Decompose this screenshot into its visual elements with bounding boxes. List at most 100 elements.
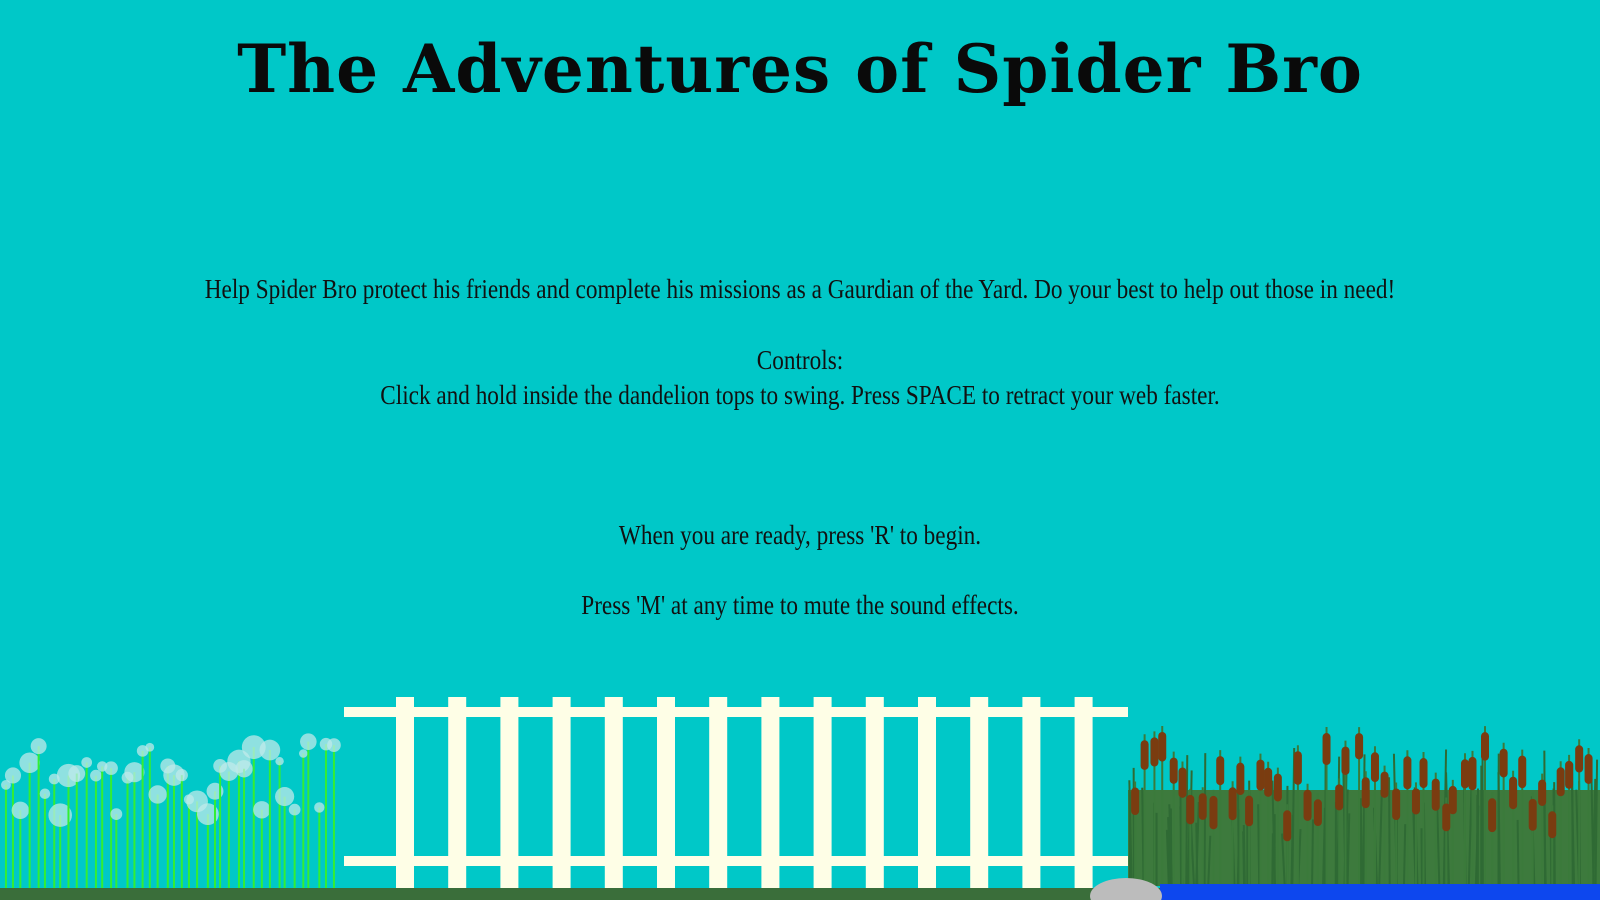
- dandelion-icon: [110, 808, 123, 821]
- fence-picket: [448, 697, 467, 892]
- cattail-icon: [1341, 746, 1350, 775]
- cattail-icon: [1468, 756, 1477, 791]
- dandelion-icon: [235, 760, 253, 778]
- dandelion-field[interactable]: [1, 733, 341, 892]
- cattail-icon: [1313, 799, 1322, 827]
- cattail-icon: [1460, 759, 1469, 789]
- cattail-icon: [1370, 752, 1379, 783]
- cattail-icon: [1228, 787, 1237, 821]
- reed-blade: [1311, 819, 1314, 887]
- cattail-icon: [1528, 798, 1537, 831]
- cattail-icon: [1431, 778, 1440, 811]
- dandelion-icon: [314, 802, 325, 813]
- cattail-icon: [1565, 760, 1574, 789]
- fence-picket: [865, 697, 884, 892]
- reed-blade: [1362, 754, 1366, 887]
- dandelion-icon: [275, 786, 295, 807]
- reed-blade: [1195, 822, 1199, 887]
- cattail-icon: [1131, 787, 1140, 816]
- cattail-icon: [1283, 810, 1292, 842]
- fence-picket: [604, 697, 623, 892]
- cattail-icon: [1178, 767, 1187, 798]
- cattail-marsh: [1128, 726, 1600, 887]
- fence-picket: [813, 697, 832, 892]
- cattail-icon: [1140, 740, 1149, 770]
- dandelion-icon: [145, 742, 155, 752]
- cattail-icon: [1380, 771, 1389, 798]
- reed-blade: [1516, 819, 1520, 887]
- cattail-icon: [1355, 733, 1364, 760]
- dandelion-icon: [299, 749, 308, 758]
- cattail-icon: [1518, 755, 1527, 789]
- dandelion-icon: [81, 757, 93, 768]
- dandelion-icon: [39, 788, 51, 800]
- dandelion-icon: [327, 738, 341, 752]
- dandelion-icon: [275, 756, 284, 766]
- fence-picket: [709, 697, 728, 892]
- reed-blade: [1388, 777, 1391, 887]
- cattail-icon: [1556, 767, 1565, 797]
- dandelion-icon: [11, 801, 30, 820]
- start-prompt: When you are ready, press 'R' to begin.: [618, 520, 982, 550]
- cattail-icon: [1216, 756, 1225, 786]
- cattail-icon: [1480, 732, 1489, 761]
- dandelion-icon: [4, 767, 22, 784]
- dandelion-icon: [253, 801, 271, 819]
- cattail-icon: [1150, 737, 1159, 767]
- cattail-icon: [1245, 795, 1254, 827]
- cattail-icon: [1403, 756, 1412, 790]
- pond-icon: [1160, 884, 1600, 900]
- cattail-icon: [1293, 751, 1302, 785]
- dandelion-icon: [19, 752, 40, 774]
- dandelion-icon: [175, 769, 188, 782]
- dandelion-icon: [259, 739, 281, 761]
- dandelion-icon: [104, 761, 118, 775]
- mute-prompt: Press 'M' at any time to mute the sound …: [581, 590, 1019, 620]
- reed-blade: [1402, 824, 1407, 887]
- controls-text: Click and hold inside the dandelion tops…: [380, 380, 1220, 410]
- dandelion-icon: [68, 765, 86, 782]
- cattail-icon: [1303, 789, 1312, 821]
- controls-heading: Controls:: [756, 345, 844, 375]
- game-canvas[interactable]: The Adventures of Spider Bro Help Spider…: [0, 0, 1600, 900]
- fence-picket: [970, 697, 989, 892]
- picket-fence-icon: [344, 697, 1128, 892]
- cattail-icon: [1198, 793, 1207, 820]
- cattail-icon: [1448, 785, 1457, 815]
- cattail-icon: [1509, 776, 1518, 810]
- cattail-icon: [1273, 773, 1282, 802]
- cattail-icon: [1361, 777, 1370, 809]
- dandelion-icon: [300, 733, 317, 750]
- fence-picket: [1022, 697, 1041, 892]
- cattail-icon: [1499, 748, 1508, 778]
- cattail-icon: [1335, 784, 1344, 811]
- cattail-icon: [1584, 754, 1593, 784]
- dandelion-icon: [30, 738, 47, 755]
- cattail-icon: [1392, 788, 1401, 821]
- yard-scene: [0, 697, 1600, 900]
- reed-blade: [1242, 824, 1246, 887]
- reed-blade: [1271, 833, 1274, 887]
- dandelion-icon: [288, 803, 301, 816]
- cattail-icon: [1186, 794, 1195, 825]
- cattail-icon: [1419, 758, 1428, 789]
- dandelion-icon: [90, 769, 102, 782]
- dandelion-icon: [148, 785, 167, 804]
- cattail-icon: [1256, 759, 1265, 791]
- cattail-icon: [1169, 757, 1178, 784]
- cattail-icon: [1158, 732, 1167, 762]
- fence-picket: [552, 697, 571, 892]
- fence-picket: [918, 697, 936, 892]
- cattail-icon: [1548, 811, 1557, 839]
- cattail-icon: [1236, 762, 1245, 796]
- cattail-icon: [1538, 779, 1547, 806]
- cattail-icon: [1322, 733, 1331, 765]
- fence-picket: [396, 697, 414, 892]
- reed-blade: [1203, 753, 1207, 887]
- reed-blade: [1141, 787, 1145, 887]
- fence-picket: [657, 697, 675, 892]
- cattail-icon: [1411, 788, 1420, 815]
- grass-ground: [0, 888, 1160, 900]
- fence-picket: [500, 697, 519, 892]
- fence-picket: [1074, 697, 1093, 892]
